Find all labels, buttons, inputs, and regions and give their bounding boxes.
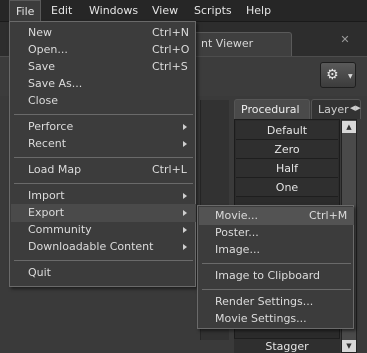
submenu-arrow-icon	[183, 210, 187, 216]
menu-separator	[14, 114, 193, 115]
menu-item-label: Perforce	[28, 120, 74, 133]
submenu-arrow-icon	[183, 141, 187, 147]
menu-item-shortcut: Ctrl+O	[152, 43, 190, 56]
menu-item-label: Movie...	[215, 209, 259, 222]
menu-item-shortcut: Ctrl+M	[309, 209, 348, 222]
menu-item-label: New	[28, 26, 52, 39]
menu-item-save-as[interactable]: Save As...	[11, 75, 196, 93]
menu-item-label: Export	[28, 206, 65, 219]
menu-separator	[14, 157, 193, 158]
tab-scroll-arrows-icon[interactable]: ◀▶	[350, 104, 361, 112]
menu-item-label: Quit	[28, 266, 51, 279]
menu-item-close[interactable]: Close	[11, 92, 196, 110]
menu-separator	[14, 183, 193, 184]
menu-item-render-settings[interactable]: Render Settings...	[199, 293, 354, 311]
submenu-arrow-icon	[183, 193, 187, 199]
menu-item-label: Save	[28, 60, 56, 73]
preset-item-one[interactable]: One	[236, 178, 338, 197]
menu-help[interactable]: Help	[240, 0, 277, 22]
menu-separator	[14, 260, 193, 261]
menu-item-export[interactable]: Export	[11, 204, 196, 222]
submenu-arrow-icon	[183, 244, 187, 250]
menu-item-label: Recent	[28, 137, 67, 150]
menu-item-label: Import	[28, 189, 65, 202]
menu-item-label: Render Settings...	[215, 295, 314, 308]
submenu-arrow-icon	[183, 124, 187, 130]
menu-item-save[interactable]: Save Ctrl+S	[11, 58, 196, 76]
menu-item-movie-settings[interactable]: Movie Settings...	[199, 310, 354, 328]
menu-bar: File Edit Windows View Scripts Help	[0, 0, 367, 22]
preset-item-default[interactable]: Default	[236, 121, 338, 140]
preset-item-stagger[interactable]: Stagger	[234, 338, 340, 353]
scroll-down-icon[interactable]: ▼	[342, 340, 356, 352]
menu-item-downloadable-content[interactable]: Downloadable Content	[11, 238, 196, 256]
menu-item-label: Save As...	[28, 77, 83, 90]
menu-item-poster[interactable]: Poster...	[199, 224, 354, 242]
menu-edit[interactable]: Edit	[45, 0, 78, 22]
submenu-arrow-icon	[183, 227, 187, 233]
menu-item-import[interactable]: Import	[11, 187, 196, 205]
preset-item-zero[interactable]: Zero	[236, 140, 338, 159]
menu-item-image-to-clipboard[interactable]: Image to Clipboard	[199, 267, 354, 285]
menu-item-label: Close	[28, 94, 58, 107]
menu-item-image[interactable]: Image...	[199, 241, 354, 259]
menu-item-label: Image to Clipboard	[215, 269, 321, 282]
preset-item-half[interactable]: Half	[236, 159, 338, 178]
menu-item-load-map[interactable]: Load Map Ctrl+L	[11, 161, 196, 179]
close-icon[interactable]: ✕	[338, 33, 352, 47]
menu-scripts[interactable]: Scripts	[188, 0, 238, 22]
menu-item-label: Movie Settings...	[215, 312, 307, 325]
tab-viewer[interactable]: nt Viewer	[192, 32, 292, 56]
menu-item-label: Load Map	[28, 163, 82, 176]
menu-item-new[interactable]: New Ctrl+N	[11, 24, 196, 42]
menu-item-movie[interactable]: Movie... Ctrl+M	[199, 207, 354, 225]
menu-item-label: Poster...	[215, 226, 259, 239]
menu-item-label: Open...	[28, 43, 68, 56]
gear-icon: ⚙	[326, 67, 339, 83]
menu-item-shortcut: Ctrl+S	[152, 60, 188, 73]
menu-item-shortcut: Ctrl+L	[152, 163, 187, 176]
menu-item-open[interactable]: Open... Ctrl+O	[11, 41, 196, 59]
menu-item-label: Downloadable Content	[28, 240, 154, 253]
menu-windows[interactable]: Windows	[83, 0, 144, 22]
tab-procedural[interactable]: Procedural	[234, 99, 310, 119]
menu-item-community[interactable]: Community	[11, 221, 196, 239]
export-submenu: Movie... Ctrl+M Poster... Image... Image…	[197, 205, 354, 329]
menu-item-perforce[interactable]: Perforce	[11, 118, 196, 136]
scroll-up-icon[interactable]: ▲	[342, 121, 356, 133]
chevron-down-icon: ▼	[348, 73, 353, 80]
menu-view[interactable]: View	[146, 0, 184, 22]
file-menu: New Ctrl+N Open... Ctrl+O Save Ctrl+S Sa…	[9, 21, 196, 287]
menu-file[interactable]: File	[9, 0, 42, 22]
menu-item-shortcut: Ctrl+N	[152, 26, 190, 39]
menu-item-quit[interactable]: Quit	[11, 264, 196, 282]
menu-separator	[202, 263, 351, 264]
menu-item-recent[interactable]: Recent	[11, 135, 196, 153]
menu-item-label: Community	[28, 223, 92, 236]
menu-separator	[202, 289, 351, 290]
menu-item-label: Image...	[215, 243, 260, 256]
